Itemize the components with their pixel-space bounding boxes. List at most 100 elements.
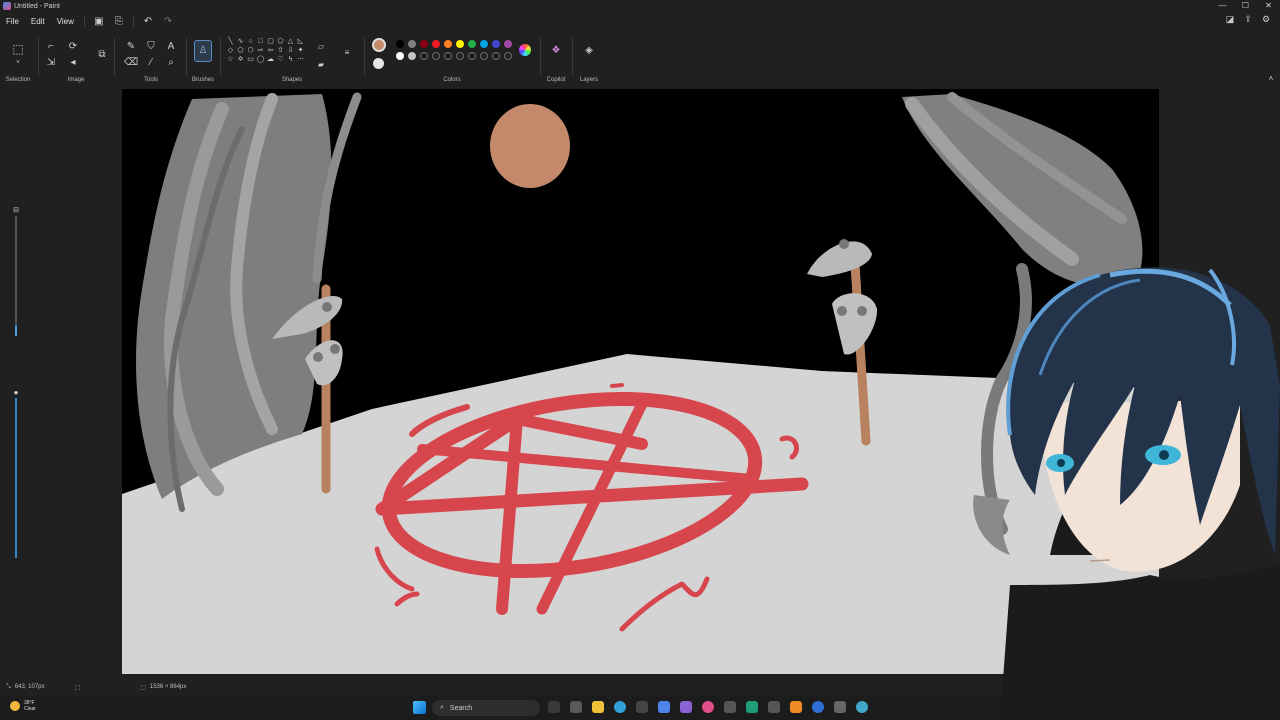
color-swatch[interactable] xyxy=(420,52,428,60)
color-swatch[interactable] xyxy=(444,52,452,60)
right-triangle-shape-icon[interactable]: ◺ xyxy=(296,38,305,46)
diamond-shape-icon[interactable]: ◇ xyxy=(226,47,235,55)
line-shape-icon[interactable]: ╲ xyxy=(226,38,235,46)
left-arrow-shape-icon[interactable]: ⇦ xyxy=(266,47,275,55)
fill-shape-icon[interactable]: ▰ xyxy=(314,58,328,72)
selection-rectangle-icon[interactable]: ⬚ xyxy=(11,42,25,56)
triangle-shape-icon[interactable]: △ xyxy=(286,38,295,46)
paint-taskbar-icon[interactable] xyxy=(856,701,868,713)
task-view-icon[interactable] xyxy=(548,701,560,713)
edit-colors-icon[interactable] xyxy=(519,44,531,56)
color-swatch[interactable] xyxy=(432,52,440,60)
weather-widget[interactable]: 38°F Clear xyxy=(10,700,36,712)
brush-size-slider[interactable]: ● xyxy=(12,386,20,561)
color-swatch[interactable] xyxy=(456,52,464,60)
maximize-button[interactable]: ☐ xyxy=(1234,0,1257,12)
pentagon-shape-icon[interactable]: ⬠ xyxy=(236,47,245,55)
four-point-star-shape-icon[interactable]: ✦ xyxy=(296,47,305,55)
zoom-slider[interactable]: ⊟ xyxy=(12,206,20,336)
rectangle-shape-icon[interactable]: □ xyxy=(256,38,265,46)
minimize-button[interactable]: — xyxy=(1211,0,1234,12)
oval-shape-icon[interactable]: ○ xyxy=(246,38,255,46)
settings-taskbar-icon[interactable] xyxy=(834,701,846,713)
five-point-star-shape-icon[interactable]: ☆ xyxy=(226,56,235,64)
pencil-icon[interactable]: ✎ xyxy=(124,40,138,54)
color-picker-icon[interactable]: ⁄ xyxy=(144,56,158,70)
magnifier-icon[interactable]: ⌕ xyxy=(164,56,178,70)
color-swatch[interactable] xyxy=(504,52,512,60)
color-swatch[interactable] xyxy=(396,40,404,48)
up-arrow-shape-icon[interactable]: ⇧ xyxy=(276,47,285,55)
app-icon-green[interactable] xyxy=(746,701,758,713)
color-swatch[interactable] xyxy=(396,52,404,60)
brush-icon[interactable]: ♙ xyxy=(194,40,212,62)
app-icon-dark[interactable] xyxy=(768,701,780,713)
color-swatch[interactable] xyxy=(480,40,488,48)
layers-icon[interactable]: ◈ xyxy=(582,44,596,58)
menu-file[interactable]: File xyxy=(0,12,25,32)
resize-icon[interactable]: ⇲ xyxy=(44,56,58,70)
fill-icon[interactable]: ⛉ xyxy=(144,40,158,54)
store-icon[interactable] xyxy=(636,701,648,713)
color-swatch[interactable] xyxy=(480,52,488,60)
color-swatch[interactable] xyxy=(444,40,452,48)
share-out-icon[interactable]: ⇪ xyxy=(1242,14,1254,25)
text-icon[interactable]: A xyxy=(164,40,178,54)
hexagon-shape-icon[interactable]: ⬡ xyxy=(246,47,255,55)
outline-icon[interactable]: ▱ xyxy=(314,40,328,54)
shape-size-icon[interactable]: ≡ xyxy=(340,46,354,60)
app-icon-purple[interactable] xyxy=(680,701,692,713)
crop-icon[interactable]: ⌐ xyxy=(44,40,58,54)
six-point-star-shape-icon[interactable]: ✡ xyxy=(236,56,245,64)
app-icon-blue[interactable] xyxy=(812,701,824,713)
color-swatch[interactable] xyxy=(432,40,440,48)
app-icon-pink[interactable] xyxy=(702,701,714,713)
taskbar-search[interactable]: ⌕ Search xyxy=(432,700,540,716)
share-icon[interactable]: ⎘ xyxy=(109,14,129,30)
collapse-ribbon-icon[interactable]: ˄ xyxy=(1264,72,1278,86)
secondary-color-swatch[interactable] xyxy=(373,58,384,69)
down-arrow-shape-icon[interactable]: ⇩ xyxy=(286,47,295,55)
flip-icon[interactable]: ◂ xyxy=(66,56,80,70)
heart-shape-icon[interactable]: ♡ xyxy=(276,56,285,64)
undo-icon[interactable]: ↶ xyxy=(138,14,158,30)
mail-icon[interactable] xyxy=(658,701,670,713)
file-explorer-icon[interactable] xyxy=(592,701,604,713)
right-arrow-shape-icon[interactable]: ⇨ xyxy=(256,47,265,55)
more-shapes-icon[interactable]: ⋯ xyxy=(296,56,305,64)
save-icon[interactable]: ▣ xyxy=(89,14,109,30)
polygon-shape-icon[interactable]: ⬠ xyxy=(276,38,285,46)
curve-shape-icon[interactable]: ∿ xyxy=(236,38,245,46)
rotate-icon[interactable]: ⟳ xyxy=(66,40,80,54)
edge-browser-icon[interactable] xyxy=(614,701,626,713)
chevron-down-icon[interactable]: ˅ xyxy=(11,56,25,70)
color-swatch[interactable] xyxy=(420,40,428,48)
color-swatch[interactable] xyxy=(468,40,476,48)
vlc-icon[interactable] xyxy=(790,701,802,713)
primary-color-swatch[interactable] xyxy=(372,38,386,52)
color-swatch[interactable] xyxy=(408,52,416,60)
rounded-rectangle-shape-icon[interactable]: ▢ xyxy=(266,38,275,46)
lightning-shape-icon[interactable]: ϟ xyxy=(286,56,295,64)
close-button[interactable]: ✕ xyxy=(1257,0,1280,12)
eraser-icon[interactable]: ⌫ xyxy=(124,56,138,70)
app-icon-gray[interactable] xyxy=(724,701,736,713)
menu-edit[interactable]: Edit xyxy=(25,12,51,32)
color-swatch[interactable] xyxy=(456,40,464,48)
cloud-shape-icon[interactable]: ☁ xyxy=(266,56,275,64)
redo-icon[interactable]: ↷ xyxy=(158,14,178,30)
widgets-icon[interactable] xyxy=(570,701,582,713)
callout-rect-shape-icon[interactable]: ▭ xyxy=(246,56,255,64)
menu-view[interactable]: View xyxy=(51,12,80,32)
color-swatch[interactable] xyxy=(504,40,512,48)
callout-oval-shape-icon[interactable]: ◯ xyxy=(256,56,265,64)
start-button[interactable] xyxy=(413,701,426,714)
settings-icon[interactable]: ⚙ xyxy=(1260,14,1272,25)
image-properties-icon[interactable]: ⧉ xyxy=(95,48,109,62)
feedback-icon[interactable]: ◪ xyxy=(1224,14,1236,25)
color-swatch[interactable] xyxy=(492,52,500,60)
color-swatch[interactable] xyxy=(492,40,500,48)
color-swatch[interactable] xyxy=(408,40,416,48)
copilot-icon[interactable]: ❖ xyxy=(549,44,563,58)
color-swatch[interactable] xyxy=(468,52,476,60)
